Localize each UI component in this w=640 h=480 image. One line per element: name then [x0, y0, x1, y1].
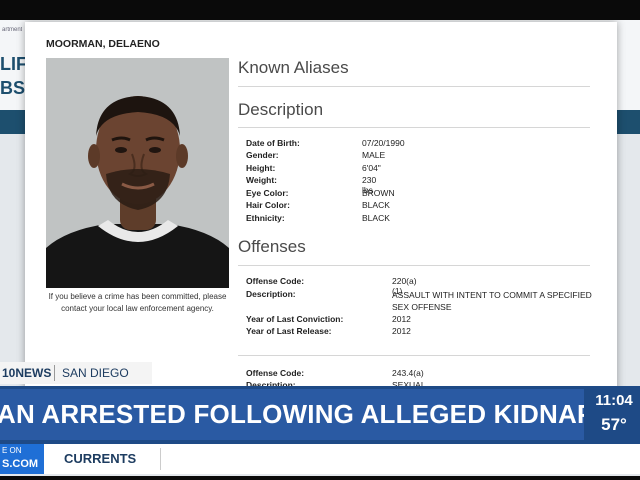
ticker-divider [160, 448, 161, 470]
offense-description-value: ASSAULT WITH INTENT TO COMMIT A SPECIFIE… [392, 290, 592, 312]
headline-text: AN ARRESTED FOLLOWING ALLEGED KIDNAPPING [0, 399, 584, 429]
description-divider [238, 127, 590, 128]
news-headline: AN ARRESTED FOLLOWING ALLEGED KIDNAPPING [0, 389, 584, 440]
time-display: 11:04 [595, 392, 633, 409]
brand-divider [54, 365, 55, 381]
height-value: 6'04" [362, 163, 381, 173]
gender-value: MALE [362, 150, 386, 160]
offense-separator [238, 355, 590, 356]
offense-2-code-label: Offense Code: [246, 368, 305, 378]
offenses-divider [238, 265, 590, 266]
website-tag: E ON S.COM [0, 444, 44, 474]
last-release-value: 2012 [392, 326, 411, 336]
photo-caption: If you believe a crime has been committe… [48, 292, 227, 313]
offense-description-label: Description: [246, 289, 296, 299]
dob-value: 07/20/1990 [362, 138, 405, 148]
background-header-text: artment [2, 27, 23, 33]
description-heading: Description [238, 100, 324, 119]
weight-label: Weight: [246, 175, 278, 185]
offenses-heading: Offenses [238, 237, 306, 256]
last-release-label: Year of Last Release: [246, 326, 332, 336]
eye-color-value: BROWN [362, 188, 395, 198]
website-tag-top: E ON [2, 446, 22, 455]
station-logo: 10NEWS [2, 366, 52, 380]
website-tag-bottom: S.COM [2, 458, 39, 470]
offense-code-label: Offense Code: [246, 276, 305, 286]
eye-color-label: Eye Color: [246, 188, 289, 198]
hair-color-label: Hair Color: [246, 200, 290, 210]
station-city: SAN DIEGO [62, 366, 129, 380]
ethnicity-label: Ethnicity: [246, 213, 285, 223]
height-label: Height: [246, 163, 276, 173]
offender-photo [46, 58, 229, 288]
ticker-label: CURRENTS [64, 451, 137, 466]
aliases-divider [238, 86, 590, 87]
gender-label: Gender: [246, 150, 279, 160]
offense-2-code-value: 243.4(a) [392, 368, 424, 378]
offender-name: MOORMAN, DELAENO [46, 38, 160, 50]
temperature-display: 57° [601, 415, 627, 434]
ethnicity-value: BLACK [362, 213, 390, 223]
last-conviction-label: Year of Last Conviction: [246, 314, 344, 324]
dob-label: Date of Birth: [246, 138, 300, 148]
hair-color-value: BLACK [362, 200, 390, 210]
known-aliases-heading: Known Aliases [238, 58, 349, 77]
last-conviction-value: 2012 [392, 314, 411, 324]
station-brand-strip: 10NEWS SAN DIEGO [0, 362, 152, 384]
